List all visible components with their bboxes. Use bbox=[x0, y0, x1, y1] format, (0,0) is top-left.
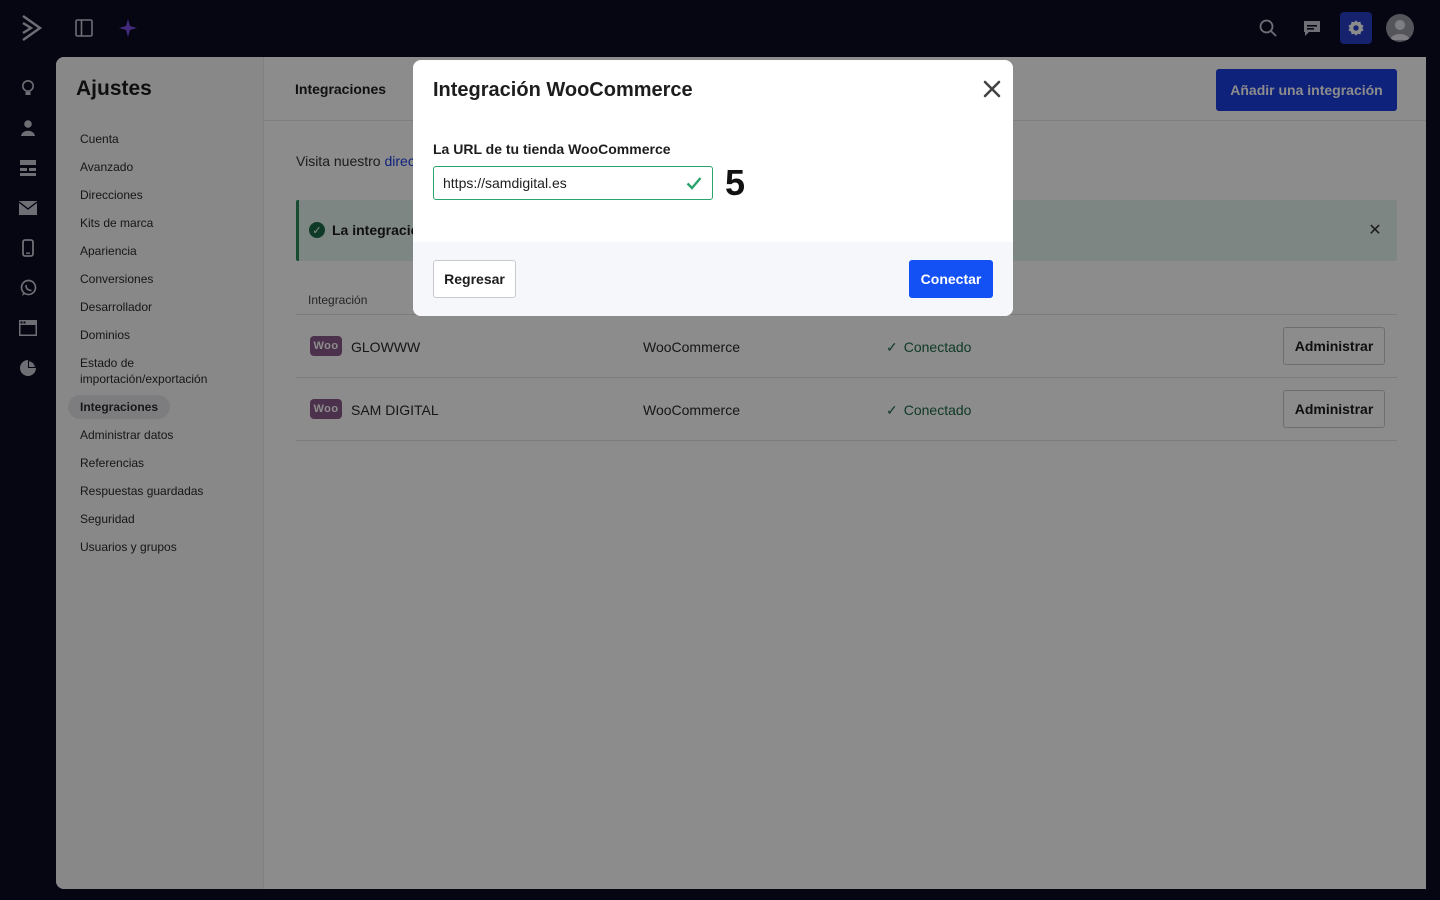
connect-button[interactable]: Conectar bbox=[909, 260, 993, 298]
step-number: 5 bbox=[725, 162, 746, 203]
back-button[interactable]: Regresar bbox=[433, 260, 516, 298]
woocommerce-modal: Integración WooCommerce La URL de tu tie… bbox=[413, 60, 1013, 316]
store-url-input[interactable] bbox=[433, 166, 713, 200]
modal-footer: Regresar Conectar bbox=[413, 242, 1013, 316]
close-icon[interactable] bbox=[979, 76, 1005, 102]
url-field-label: La URL de tu tienda WooCommerce bbox=[433, 141, 671, 157]
modal-title: Integración WooCommerce bbox=[433, 79, 693, 101]
check-icon bbox=[685, 175, 703, 191]
